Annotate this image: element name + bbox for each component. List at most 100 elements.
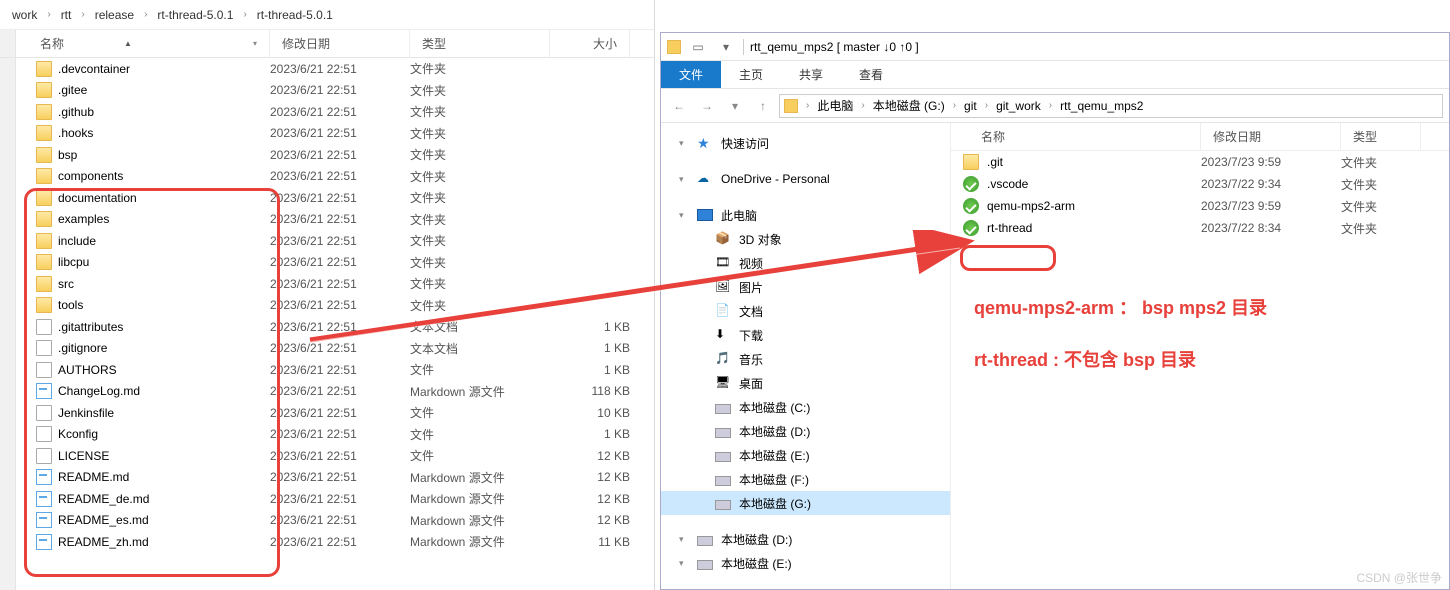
col-type[interactable]: 类型: [1341, 123, 1421, 150]
nav-this-pc[interactable]: ▾此电脑: [661, 203, 950, 227]
recent-dropdown[interactable]: ▾: [723, 94, 747, 118]
file-type: 文本文档: [410, 318, 550, 335]
nav-pc-item[interactable]: 本地磁盘 (D:): [661, 419, 950, 443]
nav-onedrive[interactable]: ▾☁OneDrive - Personal: [661, 167, 950, 191]
file-size: 11 KB: [550, 535, 630, 549]
up-button[interactable]: ↑: [751, 94, 775, 118]
col-date[interactable]: 修改日期: [270, 30, 410, 57]
chevron-right-icon: ›: [140, 9, 151, 20]
navitem-label: 本地磁盘 (D:): [721, 531, 792, 548]
chevron-down-icon[interactable]: ▾: [253, 39, 257, 48]
file-row[interactable]: README_es.md2023/6/21 22:51Markdown 源文件1…: [0, 510, 654, 532]
address-segment[interactable]: 此电脑: [813, 97, 857, 114]
nav-row: ← → ▾ ↑ ›此电脑›本地磁盘 (G:)›git›git_work›rtt_…: [661, 89, 1449, 123]
file-row[interactable]: qemu-mps2-arm2023/7/23 9:59文件夹: [951, 195, 1449, 217]
nav-pc-item[interactable]: 🎞视频: [661, 251, 950, 275]
nav-drive[interactable]: ▾本地磁盘 (E:): [661, 551, 950, 575]
qat-item[interactable]: ▾: [715, 36, 737, 58]
file-row[interactable]: ChangeLog.md2023/6/21 22:51Markdown 源文件1…: [0, 381, 654, 403]
file-row[interactable]: .git2023/7/23 9:59文件夹: [951, 151, 1449, 173]
forward-button[interactable]: →: [695, 94, 719, 118]
nav-quick-access[interactable]: ▾★快速访问: [661, 131, 950, 155]
file-row[interactable]: rt-thread2023/7/22 8:34文件夹: [951, 217, 1449, 239]
column-headers-left[interactable]: 名称▲▾ 修改日期 类型 大小: [0, 30, 654, 58]
green-icon: [963, 176, 979, 192]
chevron-right-icon: ›: [1047, 100, 1054, 111]
breadcrumb-item[interactable]: release: [91, 6, 138, 24]
file-row[interactable]: components2023/6/21 22:51文件夹: [0, 166, 654, 188]
tab-share[interactable]: 共享: [781, 61, 841, 88]
address-segment[interactable]: git_work: [992, 99, 1045, 113]
col-name[interactable]: 名称: [951, 123, 1201, 150]
system-folder-icon: 📄: [715, 303, 731, 319]
column-headers-right[interactable]: 名称 修改日期 类型: [951, 123, 1449, 151]
file-row[interactable]: README_zh.md2023/6/21 22:51Markdown 源文件1…: [0, 531, 654, 553]
file-row[interactable]: examples2023/6/21 22:51文件夹: [0, 209, 654, 231]
file-row[interactable]: .gitee2023/6/21 22:51文件夹: [0, 80, 654, 102]
address-bar[interactable]: ›此电脑›本地磁盘 (G:)›git›git_work›rtt_qemu_mps…: [779, 94, 1443, 118]
file-row[interactable]: .vscode2023/7/22 9:34文件夹: [951, 173, 1449, 195]
nav-pc-item[interactable]: 本地磁盘 (E:): [661, 443, 950, 467]
address-segment[interactable]: rtt_qemu_mps2: [1056, 99, 1147, 113]
file-row[interactable]: src2023/6/21 22:51文件夹: [0, 273, 654, 295]
file-row[interactable]: Jenkinsfile2023/6/21 22:51文件10 KB: [0, 402, 654, 424]
file-row[interactable]: .gitattributes2023/6/21 22:51文本文档1 KB: [0, 316, 654, 338]
col-date[interactable]: 修改日期: [1201, 123, 1341, 150]
nav-pc-item[interactable]: 本地磁盘 (F:): [661, 467, 950, 491]
file-size: 118 KB: [550, 384, 630, 398]
address-segment[interactable]: git: [960, 99, 981, 113]
navitem-label: 文档: [739, 303, 763, 320]
nav-pc-item[interactable]: 🎵音乐: [661, 347, 950, 371]
breadcrumb-item[interactable]: work: [8, 6, 41, 24]
file-row[interactable]: LICENSE2023/6/21 22:51文件12 KB: [0, 445, 654, 467]
expand-icon[interactable]: ▾: [679, 534, 689, 545]
file-row[interactable]: README_de.md2023/6/21 22:51Markdown 源文件1…: [0, 488, 654, 510]
col-type[interactable]: 类型: [410, 30, 550, 57]
navitem-label: 图片: [739, 279, 763, 296]
file-row[interactable]: documentation2023/6/21 22:51文件夹: [0, 187, 654, 209]
col-size[interactable]: 大小: [550, 30, 630, 57]
drive-icon: [715, 428, 731, 438]
md-icon: [36, 383, 52, 399]
address-segment[interactable]: 本地磁盘 (G:): [869, 97, 949, 114]
titlebar[interactable]: ▭ ▾ rtt_qemu_mps2 [ master ↓0 ↑0 ]: [661, 33, 1449, 61]
file-row[interactable]: libcpu2023/6/21 22:51文件夹: [0, 252, 654, 274]
col-name[interactable]: 名称▲▾: [0, 30, 270, 57]
nav-pc-item[interactable]: 📦3D 对象: [661, 227, 950, 251]
navitem-label: 本地磁盘 (E:): [739, 447, 810, 464]
expand-icon[interactable]: ▾: [679, 558, 689, 569]
star-icon: ★: [697, 135, 713, 151]
file-row[interactable]: .gitignore2023/6/21 22:51文本文档1 KB: [0, 338, 654, 360]
tab-home[interactable]: 主页: [721, 61, 781, 88]
file-row[interactable]: .hooks2023/6/21 22:51文件夹: [0, 123, 654, 145]
nav-pc-item[interactable]: 📄 文档: [661, 299, 950, 323]
file-row[interactable]: README.md2023/6/21 22:51Markdown 源文件12 K…: [0, 467, 654, 489]
file-row[interactable]: .github2023/6/21 22:51文件夹: [0, 101, 654, 123]
file-row[interactable]: AUTHORS2023/6/21 22:51文件1 KB: [0, 359, 654, 381]
nav-pc-item[interactable]: 🖼图片: [661, 275, 950, 299]
file-row[interactable]: Kconfig2023/6/21 22:51文件1 KB: [0, 424, 654, 446]
folder-icon: [36, 190, 52, 206]
nav-pc-item[interactable]: 本地磁盘 (G:): [661, 491, 950, 515]
file-row[interactable]: tools2023/6/21 22:51文件夹: [0, 295, 654, 317]
nav-drive[interactable]: ▾ 本地磁盘 (D:): [661, 527, 950, 551]
breadcrumb-left[interactable]: work›rtt›release›rt-thread-5.0.1›rt-thre…: [0, 0, 654, 30]
tab-file[interactable]: 文件: [661, 61, 721, 88]
breadcrumb-item[interactable]: rtt: [57, 6, 76, 24]
nav-pc-item[interactable]: 🖥桌面: [661, 371, 950, 395]
tab-view[interactable]: 查看: [841, 61, 901, 88]
file-type: Markdown 源文件: [410, 512, 550, 529]
expand-icon[interactable]: ▾: [679, 210, 689, 221]
nav-pc-item[interactable]: ⬇下载: [661, 323, 950, 347]
file-row[interactable]: bsp2023/6/21 22:51文件夹: [0, 144, 654, 166]
breadcrumb-item[interactable]: rt-thread-5.0.1: [253, 6, 337, 24]
file-row[interactable]: .devcontainer2023/6/21 22:51文件夹: [0, 58, 654, 80]
file-row[interactable]: include2023/6/21 22:51文件夹: [0, 230, 654, 252]
qat-item[interactable]: ▭: [687, 36, 709, 58]
nav-pc-item[interactable]: 本地磁盘 (C:): [661, 395, 950, 419]
breadcrumb-item[interactable]: rt-thread-5.0.1: [153, 6, 237, 24]
back-button[interactable]: ←: [667, 94, 691, 118]
file-type: 文件: [410, 404, 550, 421]
expand-icon[interactable]: ▾: [679, 138, 689, 149]
expand-icon[interactable]: ▾: [679, 174, 689, 185]
